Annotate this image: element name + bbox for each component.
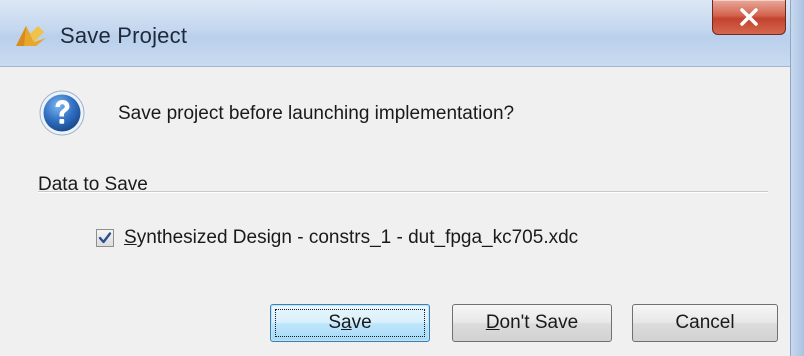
dont-save-button-mnemonic: D (485, 312, 500, 333)
prompt-message: Save project before launching implementa… (118, 103, 515, 124)
focus-rectangle (275, 309, 425, 337)
close-icon (740, 8, 758, 26)
save-item-label[interactable]: Synthesized Design - constrs_1 - dut_fpg… (124, 227, 578, 249)
title-bar[interactable]: Save Project (0, 0, 790, 67)
dont-save-button[interactable]: Don't Save (452, 304, 612, 342)
dialog-body: Save project before launching implementa… (0, 67, 790, 356)
save-project-dialog: Save Project Save project before launchi… (0, 0, 804, 356)
vivado-logo-icon (16, 26, 46, 46)
window-frame-right (790, 0, 804, 356)
section-divider (38, 191, 768, 193)
save-item-label-mnemonic: S (124, 227, 137, 248)
dont-save-button-post: on't Save (499, 312, 579, 333)
save-button[interactable]: Save (270, 304, 430, 342)
save-item-label-rest: ynthesized Design - constrs_1 - dut_fpga… (136, 227, 579, 248)
checkmark-icon (98, 232, 112, 244)
save-item-checkbox[interactable] (96, 229, 114, 247)
window-title: Save Project (60, 23, 188, 48)
cancel-button[interactable]: Cancel (632, 304, 778, 342)
question-icon (39, 90, 85, 136)
close-button[interactable] (712, 0, 786, 35)
